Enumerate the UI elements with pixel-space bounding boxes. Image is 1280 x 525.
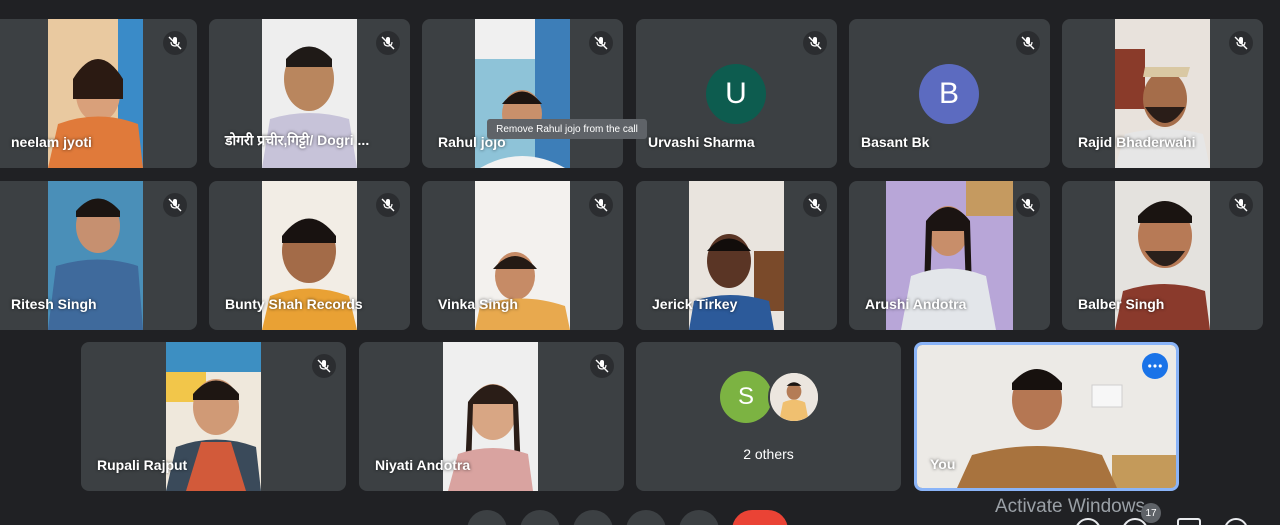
participant-tile-dogri[interactable]: डोगरी प्रचीर,गिट्टी/ Dogri ...: [209, 19, 410, 168]
captions-button[interactable]: [573, 510, 613, 525]
avatar-photo: [768, 371, 820, 423]
self-tile[interactable]: You: [914, 342, 1179, 491]
mic-off-icon: [1229, 193, 1253, 217]
mic-off-icon: [589, 193, 613, 217]
participant-name: Arushi Andotra: [865, 296, 967, 312]
mic-button[interactable]: [467, 510, 507, 525]
avatar: U: [706, 64, 766, 124]
activities-button[interactable]: [1224, 518, 1248, 525]
participant-tile-bunty-shah-records[interactable]: Bunty Shah Records: [209, 181, 410, 330]
participant-name: Basant Bk: [861, 134, 930, 150]
participant-name: Ritesh Singh: [11, 296, 97, 312]
self-video: [917, 345, 1176, 488]
mic-off-icon: [376, 193, 400, 217]
participant-tile-niyati-andotra[interactable]: Niyati Andotra: [359, 342, 624, 491]
camera-button[interactable]: [520, 510, 560, 525]
activate-windows-watermark: Activate Windows: [995, 496, 1145, 517]
leave-call-button[interactable]: [732, 510, 788, 525]
present-button[interactable]: [626, 510, 666, 525]
mic-off-icon: [376, 31, 400, 55]
mic-off-icon: [803, 193, 827, 217]
participant-name: Vinka Singh: [438, 296, 518, 312]
people-count-badge: 17: [1141, 503, 1161, 523]
mic-off-icon: [163, 31, 187, 55]
mic-off-icon: [803, 31, 827, 55]
participant-tile-rahul-jojo[interactable]: Rahul jojo: [422, 19, 623, 168]
avatar: S: [720, 371, 772, 423]
participant-tile-rajid-bhaderwahi[interactable]: Rajid Bhaderwahi: [1062, 19, 1263, 168]
avatar: B: [919, 64, 979, 124]
participant-name: Bunty Shah Records: [225, 296, 363, 312]
others-tile[interactable]: S 2 others: [636, 342, 901, 491]
participant-tile-balber-singh[interactable]: Balber Singh: [1062, 181, 1263, 330]
mic-off-icon: [590, 354, 614, 378]
participant-name: Niyati Andotra: [375, 457, 471, 473]
participant-tile-basant-bk[interactable]: B Basant Bk: [849, 19, 1050, 168]
participant-name: Rajid Bhaderwahi: [1078, 134, 1196, 150]
participant-name: डोगरी प्रचीर,गिट्टी/ Dogri ...: [225, 132, 370, 148]
chat-button[interactable]: [1177, 518, 1201, 525]
mic-off-icon: [1016, 193, 1040, 217]
participant-name: Jerick Tirkey: [652, 296, 738, 312]
mic-off-icon: [312, 354, 336, 378]
info-button[interactable]: [1075, 518, 1101, 525]
participant-name: neelam jyoti: [11, 134, 92, 150]
more-options-button[interactable]: [679, 510, 719, 525]
participant-name: Rupali Rajput: [97, 457, 188, 473]
participant-tile-jerick-tirkey[interactable]: Jerick Tirkey: [636, 181, 837, 330]
more-options-icon[interactable]: [1142, 353, 1168, 379]
participant-tile-neelam-jyoti[interactable]: neelam jyoti: [0, 19, 197, 168]
participant-tile-vinka-singh[interactable]: Vinka Singh: [422, 181, 623, 330]
participant-name: Urvashi Sharma: [648, 134, 755, 150]
participant-tile-arushi-andotra[interactable]: Arushi Andotra: [849, 181, 1050, 330]
participant-tile-rupali-rajput[interactable]: Rupali Rajput: [81, 342, 346, 491]
self-name: You: [930, 456, 956, 472]
mic-off-icon: [589, 31, 613, 55]
others-label: 2 others: [743, 446, 794, 462]
participant-tile-ritesh-singh[interactable]: Ritesh Singh: [0, 181, 197, 330]
mic-off-icon: [1016, 31, 1040, 55]
participant-tile-urvashi-sharma[interactable]: U Urvashi Sharma: [636, 19, 837, 168]
remove-participant-tooltip: Remove Rahul jojo from the call: [487, 119, 647, 139]
participant-name: Balber Singh: [1078, 296, 1165, 312]
mic-off-icon: [163, 193, 187, 217]
mic-off-icon: [1229, 31, 1253, 55]
